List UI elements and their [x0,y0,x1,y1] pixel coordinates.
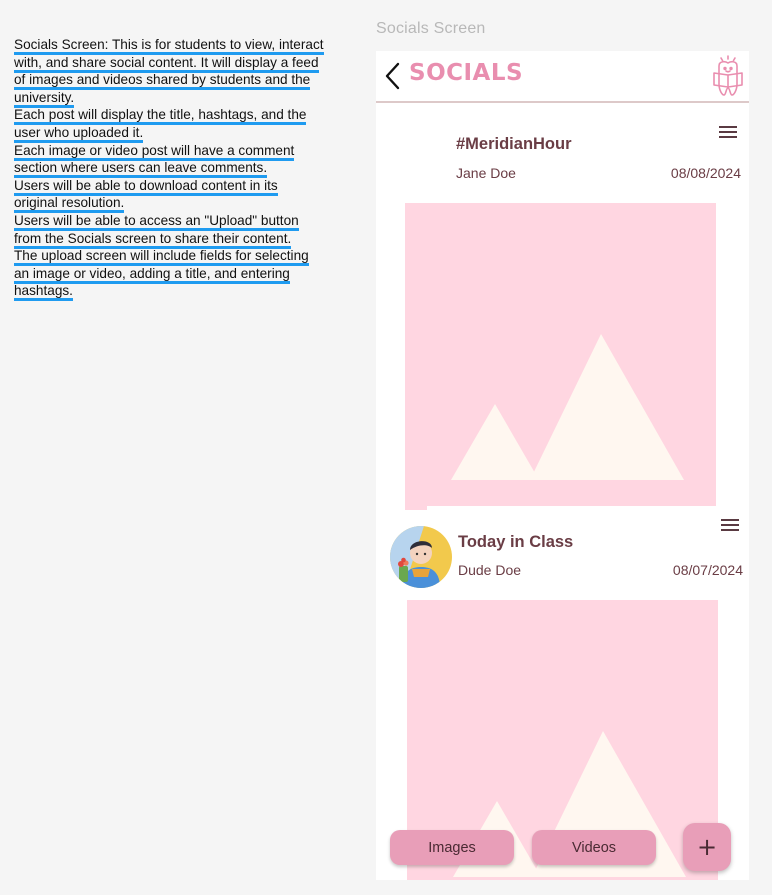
post-user: Jane Doe [456,165,516,181]
post-date: 08/07/2024 [672,562,743,578]
frame-label: Socials Screen [376,20,486,37]
note-text: Each post will display the title, hashta… [14,107,307,143]
image-placeholder-icon[interactable] [405,203,716,510]
annotation-notes: Socials Screen: This is for students to … [14,36,324,302]
note-paragraph: The upload screen will include fields fo… [14,247,324,302]
note-paragraph: Each post will display the title, hashta… [14,106,324,143]
images-tab-button[interactable]: Images [390,830,514,865]
page-title: SOCIALS [409,60,524,86]
reading-tooth-logo-icon [713,55,743,96]
note-paragraph: Users will be able to download content i… [14,177,324,214]
note-text: Users will be able to access an "Upload"… [14,212,299,249]
socials-screen: SOCIALS #MeridianHour Jane Doe 08/08/202… [376,51,749,880]
chevron-left-icon [385,62,400,90]
hamburger-menu-icon[interactable] [720,517,740,533]
note-text: The upload screen will include fields fo… [14,248,309,302]
post-user: Dude Doe [458,562,522,578]
note-text: Users will be able to download content i… [14,177,278,214]
note-paragraph: Each image or video post will have a com… [14,142,324,179]
note-paragraph: Users will be able to access an "Upload"… [14,212,324,249]
post-title: Today in Class [458,533,574,551]
note-text: Each image or video post will have a com… [14,142,295,179]
note-text: Socials Screen: This is for students to … [14,37,324,108]
app-header: SOCIALS [376,51,749,103]
videos-tab-button[interactable]: Videos [532,830,656,865]
note-paragraph: Socials Screen: This is for students to … [14,36,324,108]
user-avatar-icon [390,526,452,588]
hamburger-menu-icon[interactable] [718,124,738,140]
upload-button[interactable]: + [683,823,731,871]
back-button[interactable] [382,61,404,91]
avatar[interactable] [390,526,452,588]
post-date: 08/08/2024 [670,165,741,181]
post-title: #MeridianHour [456,135,572,153]
post-card[interactable]: #MeridianHour Jane Doe 08/08/2024 [376,113,749,510]
